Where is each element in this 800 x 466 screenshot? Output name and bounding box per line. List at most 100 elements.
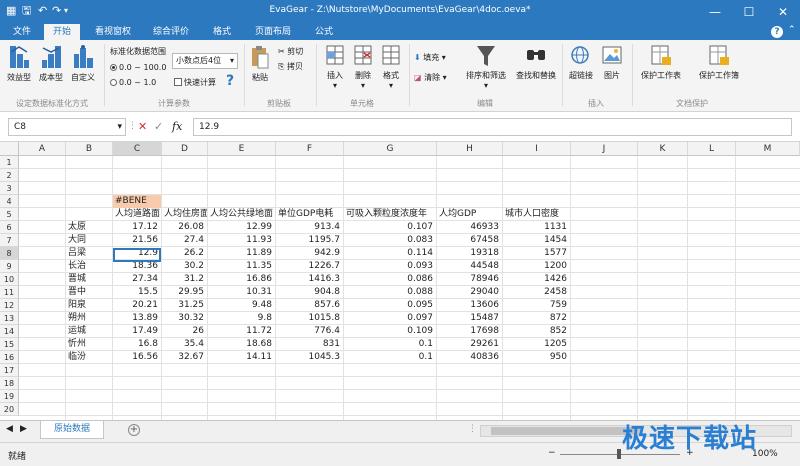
city-name-cell[interactable]: 朔州 bbox=[66, 312, 112, 325]
ribbon-collapse-icon[interactable]: ⌃ bbox=[788, 25, 796, 35]
close-icon[interactable]: ✕ bbox=[766, 0, 800, 24]
tab-formula[interactable]: 公式 bbox=[302, 24, 346, 40]
column-header-h[interactable]: H bbox=[437, 142, 503, 156]
zoom-out-icon[interactable]: − bbox=[548, 448, 556, 458]
data-cell[interactable]: 44548 bbox=[437, 260, 502, 273]
data-cell[interactable]: 21.56 bbox=[113, 234, 161, 247]
help-icon[interactable]: ? bbox=[771, 26, 783, 38]
data-cell[interactable]: 30.32 bbox=[162, 312, 207, 325]
city-name-cell[interactable]: 临汾 bbox=[66, 351, 112, 364]
data-cell[interactable]: 904.8 bbox=[276, 286, 343, 299]
city-name-cell[interactable]: 长治 bbox=[66, 260, 112, 273]
spreadsheet-grid[interactable]: ABCDEFGHIJKLM 1 2 3 4 5 6 7 8 9 10 11 12 13 14 15 16 17 1… bbox=[0, 142, 800, 420]
cut-button[interactable]: ✂ 剪切 bbox=[278, 46, 303, 57]
row-header-7[interactable]: 7 bbox=[0, 234, 19, 247]
column-title-cell[interactable]: 人均公共绿地面 bbox=[208, 208, 275, 221]
data-cell[interactable]: 0.086 bbox=[344, 273, 436, 286]
quick-calc-checkbox[interactable]: 快速计算 bbox=[174, 77, 216, 88]
data-cell[interactable]: 9.48 bbox=[208, 299, 275, 312]
data-cell[interactable]: 35.4 bbox=[162, 338, 207, 351]
data-cell[interactable]: 1015.8 bbox=[276, 312, 343, 325]
data-cell[interactable]: 913.4 bbox=[276, 221, 343, 234]
data-cell[interactable]: 950 bbox=[503, 351, 570, 364]
column-header-b[interactable]: B bbox=[66, 142, 113, 156]
data-cell[interactable]: 11.89 bbox=[208, 247, 275, 260]
data-cell[interactable]: 1195.7 bbox=[276, 234, 343, 247]
column-title-cell[interactable]: 人均住房面 bbox=[162, 208, 207, 221]
data-cell[interactable]: 67458 bbox=[437, 234, 502, 247]
benefit-type-button[interactable]: 效益型 bbox=[4, 44, 34, 83]
data-cell[interactable]: 27.4 bbox=[162, 234, 207, 247]
data-cell[interactable]: 10.31 bbox=[208, 286, 275, 299]
scroll-right-icon[interactable]: ▶ bbox=[20, 424, 27, 434]
tab-home[interactable]: 开始 bbox=[44, 24, 80, 40]
tab-view[interactable]: 看视窗权 bbox=[84, 24, 142, 40]
data-cell[interactable]: 31.2 bbox=[162, 273, 207, 286]
data-cell[interactable]: 11.72 bbox=[208, 325, 275, 338]
row-header-10[interactable]: 10 bbox=[0, 273, 19, 286]
data-cell[interactable]: 942.9 bbox=[276, 247, 343, 260]
select-all-corner[interactable] bbox=[0, 142, 19, 156]
column-header-g[interactable]: G bbox=[344, 142, 437, 156]
row-header-14[interactable]: 14 bbox=[0, 325, 19, 338]
cell-tag[interactable]: #BENE bbox=[113, 195, 161, 208]
data-cell[interactable]: 30.2 bbox=[162, 260, 207, 273]
data-cell[interactable]: 12.99 bbox=[208, 221, 275, 234]
data-cell[interactable]: 29261 bbox=[437, 338, 502, 351]
data-cell[interactable]: 14.11 bbox=[208, 351, 275, 364]
data-cell[interactable]: 0.107 bbox=[344, 221, 436, 234]
data-cell[interactable]: 11.93 bbox=[208, 234, 275, 247]
add-sheet-icon[interactable]: + bbox=[128, 424, 140, 436]
data-cell[interactable]: 1426 bbox=[503, 273, 570, 286]
data-cell[interactable]: 17698 bbox=[437, 325, 502, 338]
row-header-18[interactable]: 18 bbox=[0, 377, 19, 390]
data-cell[interactable]: 0.093 bbox=[344, 260, 436, 273]
fill-button[interactable]: ⬇ 填充 ▾ bbox=[414, 52, 446, 63]
tab-page-layout[interactable]: 页面布局 bbox=[244, 24, 302, 40]
data-cell[interactable]: 831 bbox=[276, 338, 343, 351]
data-cell[interactable]: 857.6 bbox=[276, 299, 343, 312]
column-title-cell[interactable]: 人均GDP bbox=[437, 208, 502, 221]
row-header-5[interactable]: 5 bbox=[0, 208, 19, 221]
data-cell[interactable]: 78946 bbox=[437, 273, 502, 286]
column-header-d[interactable]: D bbox=[162, 142, 208, 156]
minimize-icon[interactable]: — bbox=[698, 0, 732, 24]
data-cell[interactable]: 20.21 bbox=[113, 299, 161, 312]
column-header-m[interactable]: M bbox=[736, 142, 800, 156]
image-button[interactable]: 图片 bbox=[598, 44, 626, 81]
radio-range-1[interactable]: 0.0 ~ 1.0 bbox=[110, 77, 156, 88]
city-name-cell[interactable]: 晋城 bbox=[66, 273, 112, 286]
city-name-cell[interactable]: 大同 bbox=[66, 234, 112, 247]
custom-type-button[interactable]: 自定义 bbox=[68, 44, 98, 83]
data-cell[interactable]: 29040 bbox=[437, 286, 502, 299]
data-cell[interactable]: 13.89 bbox=[113, 312, 161, 325]
data-cell[interactable]: 0.083 bbox=[344, 234, 436, 247]
question-icon[interactable]: ? bbox=[226, 73, 234, 89]
cost-type-button[interactable]: 成本型 bbox=[36, 44, 66, 83]
tab-evaluation[interactable]: 综合评价 bbox=[142, 24, 200, 40]
column-title-cell[interactable]: 城市人口密度 bbox=[503, 208, 570, 221]
data-cell[interactable]: 17.12 bbox=[113, 221, 161, 234]
data-cell[interactable]: 1131 bbox=[503, 221, 570, 234]
find-replace-button[interactable]: 查找和替换 bbox=[512, 44, 560, 81]
data-cell[interactable]: 19318 bbox=[437, 247, 502, 260]
data-cell[interactable]: 759 bbox=[503, 299, 570, 312]
sheet-tab-raw-data[interactable]: 原始数据 bbox=[40, 421, 104, 439]
data-cell[interactable]: 1205 bbox=[503, 338, 570, 351]
data-cell[interactable]: 31.25 bbox=[162, 299, 207, 312]
splitter-handle[interactable]: ⋮ bbox=[468, 424, 477, 434]
column-header-e[interactable]: E bbox=[208, 142, 276, 156]
scroll-left-icon[interactable]: ◀ bbox=[6, 424, 13, 434]
maximize-icon[interactable]: ☐ bbox=[732, 0, 766, 24]
confirm-icon[interactable]: ✓ bbox=[154, 120, 163, 133]
data-cell[interactable]: 26 bbox=[162, 325, 207, 338]
data-cell[interactable]: 0.088 bbox=[344, 286, 436, 299]
data-cell[interactable]: 1577 bbox=[503, 247, 570, 260]
data-cell[interactable]: 1416.3 bbox=[276, 273, 343, 286]
tab-file[interactable]: 文件 bbox=[4, 24, 40, 40]
data-cell[interactable]: 0.114 bbox=[344, 247, 436, 260]
row-header-12[interactable]: 12 bbox=[0, 299, 19, 312]
row-header-2[interactable]: 2 bbox=[0, 169, 19, 182]
column-header-f[interactable]: F bbox=[276, 142, 344, 156]
formula-input[interactable]: 12.9 bbox=[193, 118, 792, 136]
